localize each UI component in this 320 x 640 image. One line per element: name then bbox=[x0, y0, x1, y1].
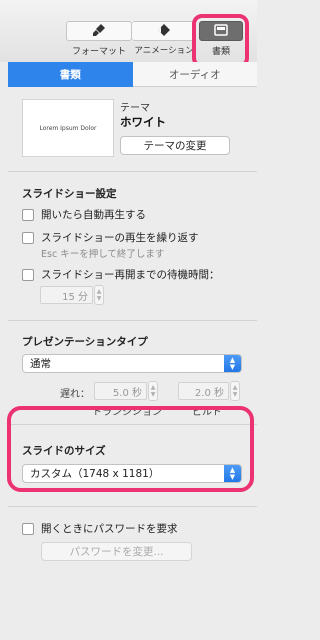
loop-checkbox[interactable] bbox=[22, 231, 34, 244]
chevron-updown-icon: ▲ ▼ bbox=[224, 355, 241, 372]
transition-delay-stepper: ▲ ▼ bbox=[148, 381, 158, 401]
inspector-toolbar: フォーマット アニメーション 書類 bbox=[0, 0, 257, 68]
require-password-option[interactable]: 開くときにパスワードを要求 bbox=[22, 521, 178, 536]
tab-document[interactable]: 書類 bbox=[8, 62, 133, 87]
divider bbox=[8, 506, 257, 507]
autoplay-label: 開いたら自動再生する bbox=[41, 209, 146, 221]
format-label: フォーマット bbox=[71, 47, 126, 57]
autoplay-option[interactable]: 開いたら自動再生する bbox=[22, 207, 146, 222]
presentation-type-select[interactable]: 通常 ▲ ▼ bbox=[22, 354, 242, 373]
loop-label: スライドショーの再生を繰り返す bbox=[41, 232, 199, 244]
paintbrush-icon bbox=[92, 23, 106, 40]
require-password-label: 開くときにパスワードを要求 bbox=[41, 523, 178, 535]
require-password-checkbox[interactable] bbox=[22, 522, 34, 535]
tab-audio[interactable]: オーディオ bbox=[132, 62, 257, 87]
presentation-type-value: 通常 bbox=[30, 358, 51, 370]
idle-time-field: 15 分 bbox=[40, 286, 93, 304]
build-delay-stepper: ▲ ▼ bbox=[230, 381, 240, 401]
restart-idle-label: スライドショー再開までの待機時間： bbox=[41, 269, 220, 281]
change-theme-button[interactable]: テーマの変更 bbox=[120, 136, 230, 155]
transition-delay-field: 5.0 秒 bbox=[94, 382, 147, 400]
divider bbox=[8, 171, 257, 172]
build-delay-field: 2.0 秒 bbox=[178, 382, 229, 400]
format-button[interactable] bbox=[66, 21, 132, 41]
restart-idle-option[interactable]: スライドショー再開までの待機時間： bbox=[22, 267, 220, 282]
autoplay-checkbox[interactable] bbox=[22, 208, 34, 221]
loop-option[interactable]: スライドショーの再生を繰り返す bbox=[22, 230, 199, 245]
esc-hint: Esc キーを押して終了します bbox=[41, 249, 165, 260]
theme-thumbnail-text: Lorem Ipsum Dolor bbox=[39, 124, 97, 132]
animate-label: アニメーション bbox=[134, 46, 194, 56]
animate-button[interactable] bbox=[132, 21, 196, 41]
presentation-type-title: プレゼンテーションタイプ bbox=[22, 336, 148, 348]
document-inspector-panel: 書類 オーディオ Lorem Ipsum Dolor テーマ ホワイト テーマの… bbox=[8, 62, 257, 640]
highlight-document-button bbox=[192, 14, 249, 68]
highlight-slide-size bbox=[7, 406, 254, 492]
divider bbox=[8, 320, 257, 321]
restart-idle-checkbox[interactable] bbox=[22, 268, 34, 281]
slideshow-settings-title: スライドショー設定 bbox=[22, 188, 117, 200]
diamond-icon bbox=[157, 23, 171, 40]
theme-name: ホワイト bbox=[120, 115, 166, 129]
change-password-button[interactable]: パスワードを変更... bbox=[41, 542, 192, 561]
idle-time-stepper: ▲ ▼ bbox=[94, 285, 104, 305]
theme-label: テーマ bbox=[120, 103, 150, 114]
delay-label: 遅れ： bbox=[60, 389, 90, 400]
theme-thumbnail[interactable]: Lorem Ipsum Dolor bbox=[22, 99, 114, 157]
inspector-tabs: 書類 オーディオ bbox=[8, 62, 257, 87]
